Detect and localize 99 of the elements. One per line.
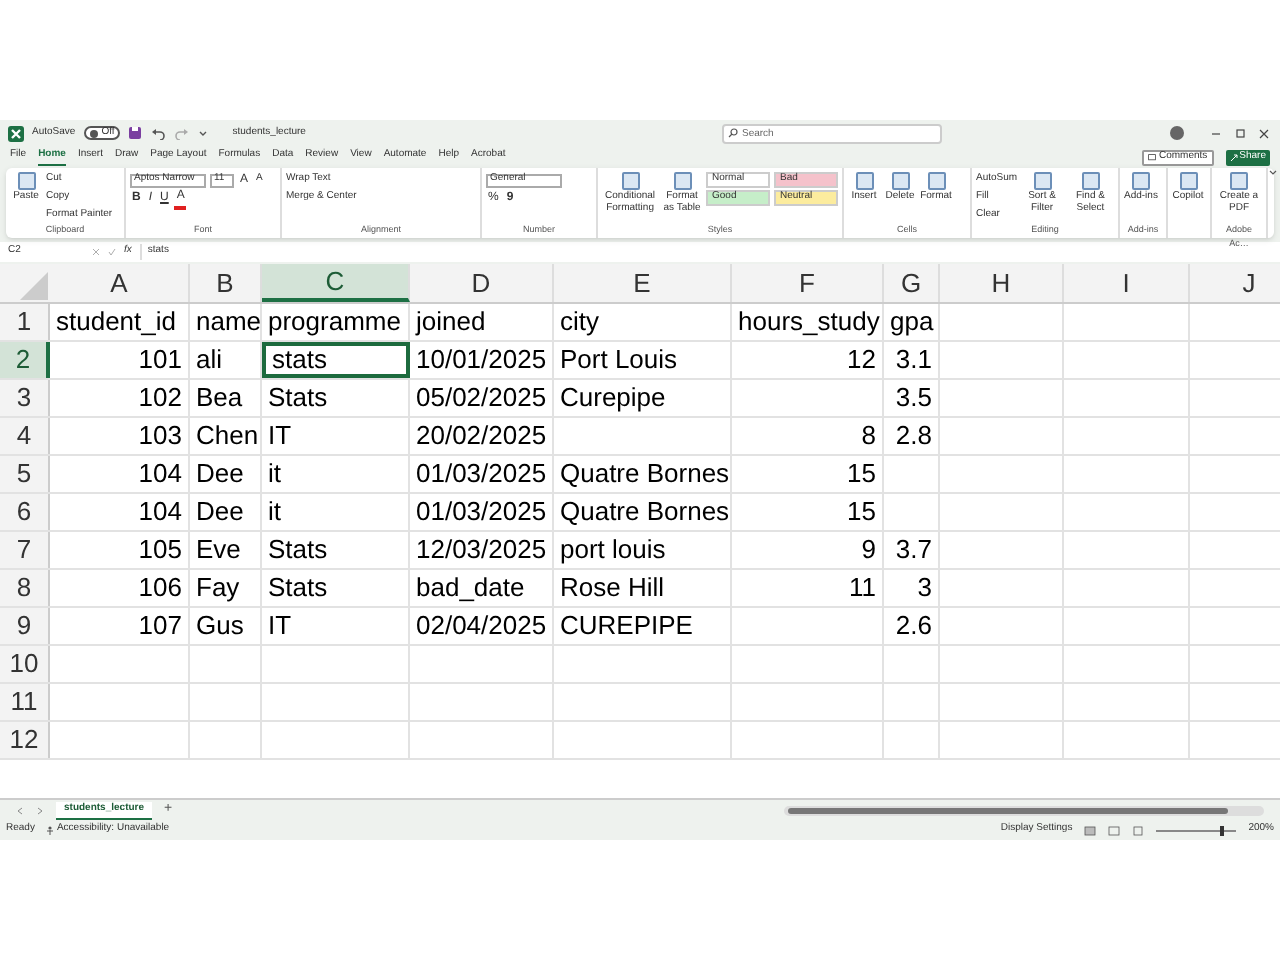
table-cell-text: 3 [917, 570, 932, 607]
table-cell-text: 3.1 [895, 342, 932, 379]
table-cell-text: hours_study [738, 304, 880, 341]
table-cell-text: 05/02/2025 [416, 380, 547, 417]
table-cell-text: Stats [268, 570, 328, 607]
maximize-icon[interactable] [1232, 127, 1248, 139]
table-cell-text: 107 [138, 608, 182, 645]
table-cell-text: bad_date [416, 570, 525, 607]
column-header[interactable]: G [884, 264, 940, 302]
table-cell-text: CUREPIPE [560, 608, 693, 645]
row-header[interactable]: 8 [0, 570, 50, 606]
table-cell-text: port louis [560, 532, 666, 569]
table-cell-text: stats [272, 342, 327, 379]
table-cell-text: ali [196, 342, 223, 379]
avatar-icon[interactable] [1170, 126, 1184, 140]
table-cell-text: 12/03/2025 [416, 532, 547, 569]
chevron-icon[interactable] [1268, 168, 1278, 178]
spreadsheet-app-icon [8, 125, 24, 141]
table-cell-text: 15 [847, 494, 876, 531]
table-cell-text: Dee [196, 456, 244, 493]
table-cell-text: 10/01/2025 [416, 342, 547, 379]
table-cell-text: 104 [138, 494, 182, 531]
minimize-icon[interactable] [1208, 127, 1224, 139]
row-header[interactable]: 2 [0, 342, 50, 378]
table-cell-text: joined [416, 304, 486, 341]
row-header[interactable]: 9 [0, 608, 50, 644]
table-cell-text: programme [268, 304, 401, 341]
table-cell-text: Gus [196, 608, 244, 645]
table-cell-text: Port Louis [560, 342, 678, 379]
table-cell-text: student_id [56, 304, 176, 341]
table-cell-text: 15 [847, 456, 876, 493]
column-header[interactable]: F [732, 264, 884, 302]
table-cell-text: 101 [138, 342, 182, 379]
row-header[interactable]: 4 [0, 418, 50, 454]
column-header[interactable]: E [554, 264, 732, 302]
close-icon[interactable] [1256, 127, 1272, 139]
table-cell-text: 11 [849, 570, 876, 607]
table-cell-text: 01/03/2025 [416, 494, 547, 531]
column-header[interactable]: I [1064, 264, 1190, 302]
page-break-icon[interactable] [1132, 825, 1145, 835]
row-header[interactable]: 11 [0, 684, 50, 720]
row-header[interactable]: 3 [0, 380, 50, 416]
table-cell-text: name [196, 304, 262, 341]
row-header[interactable]: 10 [0, 646, 50, 682]
table-cell-text: Bea [196, 380, 243, 417]
column-header[interactable]: C [262, 264, 410, 302]
cancel-icon [92, 248, 100, 256]
normal-view-icon[interactable] [1084, 825, 1097, 835]
table-cell-text: 104 [138, 456, 182, 493]
column-header[interactable]: D [410, 264, 554, 302]
table-cell-text: Curepipe [560, 380, 666, 417]
table-cell-text: 102 [138, 380, 182, 417]
table-cell-text: Stats [268, 380, 328, 417]
table-cell-text: 20/02/2025 [416, 418, 547, 455]
table-cell-text: Stats [268, 532, 328, 569]
share-icon [1229, 153, 1238, 161]
table-cell-text: Quatre Bornes [560, 494, 730, 531]
undo-icon[interactable] [150, 126, 167, 140]
column-header[interactable]: A [50, 264, 190, 302]
row-header[interactable]: 7 [0, 532, 50, 568]
table-cell-text: Dee [196, 494, 244, 531]
redo-icon[interactable] [174, 126, 191, 140]
table-cell-text: it [268, 494, 281, 531]
row-header[interactable]: 6 [0, 494, 50, 530]
speech-bubble-icon [1148, 153, 1157, 161]
column-header[interactable]: H [940, 264, 1064, 302]
check-icon [108, 248, 116, 256]
table-cell-text: IT [268, 608, 292, 645]
table-cell-text: Rose Hill [560, 570, 665, 607]
table-cell-text: gpa [890, 304, 934, 341]
search-icon [728, 128, 738, 138]
table-cell-text: 103 [138, 418, 182, 455]
table-cell-text: 9 [861, 532, 876, 569]
table-cell-text: Eve [196, 532, 241, 569]
caret-icon[interactable] [198, 128, 209, 138]
table-cell-text: 3.5 [895, 380, 932, 417]
person-icon [46, 825, 55, 835]
page-layout-icon[interactable] [1108, 825, 1121, 835]
table-cell-text: city [560, 304, 599, 341]
row-header[interactable]: 12 [0, 722, 50, 758]
table-cell-text: 106 [138, 570, 182, 607]
table-cell-text: 01/03/2025 [416, 456, 547, 493]
save-icon[interactable] [128, 126, 143, 140]
table-cell-text: it [268, 456, 281, 493]
table-cell-text: 3.7 [895, 532, 932, 569]
table-cell-text: Fay [196, 570, 240, 607]
table-cell-text: 02/04/2025 [416, 608, 547, 645]
row-header[interactable]: 5 [0, 456, 50, 492]
table-cell-text: Quatre Bornes [560, 456, 730, 493]
table-cell-text: IT [268, 418, 292, 455]
table-cell-text: 12 [847, 342, 876, 379]
column-header[interactable]: J [1190, 264, 1280, 302]
table-cell-text: Chen [196, 418, 259, 455]
table-cell-text: 2.6 [895, 608, 932, 645]
table-cell-text: 8 [861, 418, 876, 455]
horizontal-scrollbar[interactable] [784, 805, 1264, 815]
table-cell-text: 105 [138, 532, 182, 569]
row-header[interactable]: 1 [0, 304, 50, 340]
table-cell-text: 2.8 [895, 418, 932, 455]
